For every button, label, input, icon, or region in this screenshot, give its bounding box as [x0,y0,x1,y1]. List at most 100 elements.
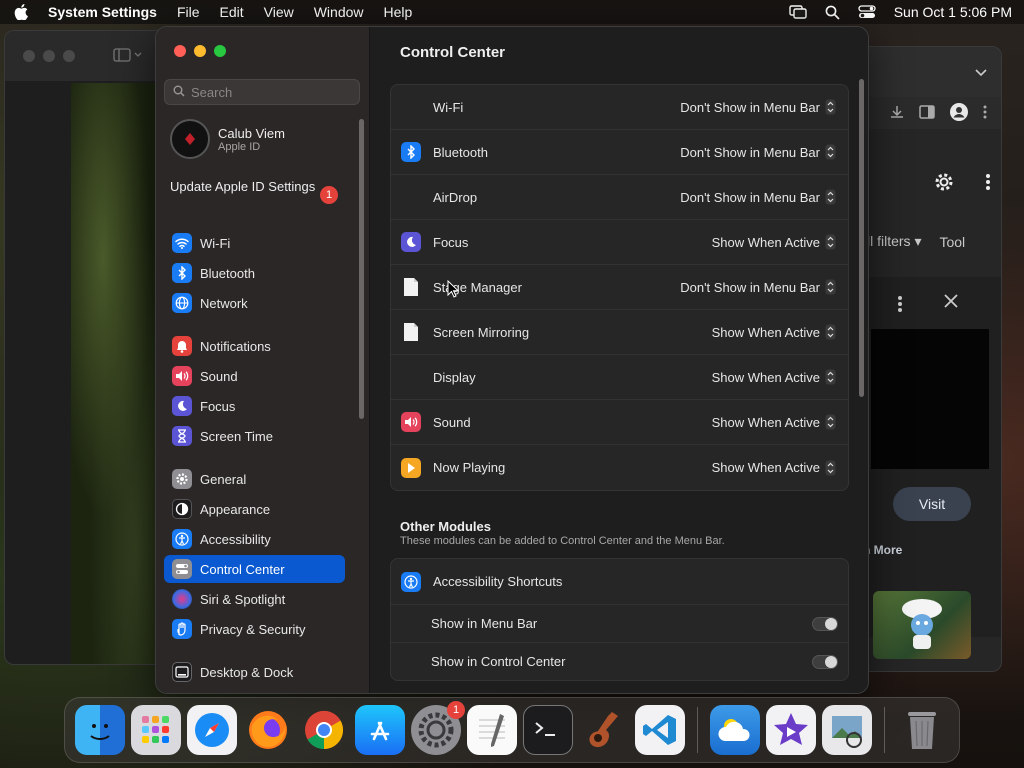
module-visibility-select[interactable]: Show When Active [712,325,820,340]
stepper-icon[interactable] [825,189,836,205]
menu-edit[interactable]: Edit [220,4,244,20]
inactive-zoom-button[interactable] [63,50,75,62]
sidebar-item-notifications[interactable]: Notifications [164,332,345,360]
kebab-menu-icon[interactable] [985,173,991,194]
search-input[interactable] [191,84,351,100]
sidebar-item-accessibility[interactable]: Accessibility [164,525,345,553]
system-settings-dock-icon[interactable]: 1 [411,701,465,755]
settings-dock-badge: 1 [447,701,465,719]
control-center-icon[interactable] [858,5,876,19]
preview-icon[interactable] [822,705,872,755]
stepper-icon[interactable] [825,144,836,160]
stepper-icon[interactable] [825,414,836,430]
inactive-minimize-button[interactable] [43,50,55,62]
globe-icon [172,293,192,313]
terminal-icon[interactable] [523,705,573,755]
sidebar-item-sound[interactable]: Sound [164,362,345,390]
imovie-icon[interactable] [766,705,816,755]
module-visibility-select[interactable]: Don't Show in Menu Bar [680,145,820,160]
textedit-icon[interactable] [467,705,517,755]
sidebar-item-control-center[interactable]: Control Center [164,555,345,583]
garageband-icon[interactable] [579,705,629,755]
thumbnail-image[interactable] [873,591,971,659]
close-icon[interactable] [943,293,959,312]
profile-icon[interactable] [949,102,969,125]
trash-icon[interactable] [897,705,947,755]
stepper-icon[interactable] [825,324,836,340]
background-window-left[interactable] [4,30,179,665]
module-visibility-select[interactable]: Show When Active [712,460,820,475]
vscode-icon[interactable] [635,705,685,755]
menu-app-name[interactable]: System Settings [48,4,157,20]
show-in-menu-bar-toggle[interactable] [812,616,838,631]
mouse-pointer-icon [447,280,459,298]
sidebar-item-network[interactable]: Network [164,289,345,317]
sidebar-item-label: Appearance [200,501,271,517]
sidebar-item-wifi[interactable]: Wi-Fi [164,229,345,257]
module-label: Sound [433,414,471,430]
show-in-control-center-toggle[interactable] [812,654,838,669]
side-panel-icon[interactable] [919,104,935,122]
sidebar-item-general[interactable]: General [164,465,345,493]
chevron-down-icon[interactable] [975,65,987,80]
chrome-icon[interactable] [299,705,349,755]
menu-window[interactable]: Window [314,4,364,20]
menu-file[interactable]: File [177,4,200,20]
stepper-icon[interactable] [825,99,836,115]
system-settings-window: Calub Viem Apple ID Update Apple ID Sett… [155,26,869,694]
zoom-button[interactable] [214,45,226,57]
screen-mirroring-icon[interactable] [789,5,807,19]
search-field[interactable] [164,79,360,105]
stepper-icon[interactable] [825,460,836,476]
download-icon[interactable] [889,104,905,123]
sidebar-item-appearance[interactable]: Appearance [164,495,345,523]
sidebar-scrollbar[interactable] [359,119,364,419]
firefox-icon[interactable] [243,705,293,755]
apple-id-account[interactable]: Calub Viem Apple ID [170,119,285,159]
stepper-icon[interactable] [825,369,836,385]
gear-icon[interactable] [933,171,955,196]
sidebar-item-label: Bluetooth [200,265,255,281]
inactive-close-button[interactable] [23,50,35,62]
sidebar-item-desktop-dock[interactable]: Desktop & Dock [164,658,345,686]
menu-clock[interactable]: Sun Oct 1 5:06 PM [894,4,1012,20]
sidebar-item-focus[interactable]: Focus [164,392,345,420]
finder-icon[interactable] [75,705,125,755]
kebab-menu-icon[interactable] [897,295,903,316]
sidebar-item-label: Desktop & Dock [200,664,294,680]
all-filters-button[interactable]: ll filters ▾ [867,233,921,250]
browser-menu-icon[interactable] [983,105,987,122]
weather-icon[interactable] [710,705,760,755]
apple-menu-icon[interactable] [12,3,30,21]
module-visibility-select[interactable]: Don't Show in Menu Bar [680,190,820,205]
safari-icon[interactable] [187,705,237,755]
minimize-button[interactable] [194,45,206,57]
sidebar-toggle-icon[interactable] [113,47,143,65]
stepper-icon[interactable] [825,279,836,295]
main-scrollbar[interactable] [859,79,864,397]
sidebar-item-screen-time[interactable]: Screen Time [164,422,345,450]
visit-button[interactable]: Visit [893,487,971,521]
stepper-icon[interactable] [825,234,836,250]
sidebar-item-siri-spotlight[interactable]: Siri & Spotlight [164,585,345,613]
module-row-wifi: Wi-Fi Don't Show in Menu Bar [391,85,848,130]
update-apple-id-item[interactable]: Update Apple ID Settings [170,179,340,195]
sidebar-item-bluetooth[interactable]: Bluetooth [164,259,345,287]
app-store-icon[interactable] [355,705,405,755]
module-label: Focus [433,234,469,250]
module-visibility-select[interactable]: Show When Active [712,235,820,250]
menu-view[interactable]: View [264,4,294,20]
close-button[interactable] [174,45,186,57]
tools-button[interactable]: Tool [939,234,965,250]
menu-help[interactable]: Help [384,4,413,20]
module-label: Bluetooth [433,144,488,160]
launchpad-icon[interactable] [131,705,181,755]
module-visibility-select[interactable]: Show When Active [712,370,820,385]
module-visibility-select[interactable]: Show When Active [712,415,820,430]
sidebar-item-privacy-security[interactable]: Privacy & Security [164,615,345,643]
background-browser-window[interactable]: ll filters ▾ Tool Visit n More [860,46,1002,672]
spotlight-search-icon[interactable] [825,5,840,20]
other-modules-heading: Other Modules [400,519,492,534]
module-visibility-select[interactable]: Don't Show in Menu Bar [680,100,820,115]
module-visibility-select[interactable]: Don't Show in Menu Bar [680,280,820,295]
